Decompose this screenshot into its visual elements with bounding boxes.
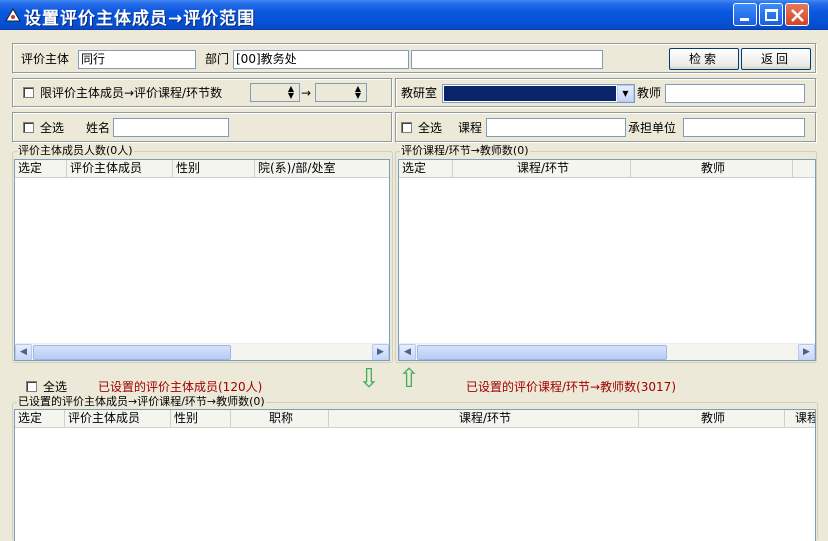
scroll-left-icon[interactable]: ◀ xyxy=(399,344,416,360)
member-list-hscroll[interactable]: ◀ ▶ xyxy=(15,343,389,360)
col-extra[interactable] xyxy=(793,160,815,178)
dept-input[interactable]: [00]教务处 xyxy=(233,50,409,69)
left-select-all-label: 全选 xyxy=(40,121,65,135)
course-input[interactable] xyxy=(486,118,626,137)
col-dept[interactable]: 院(系)/部/处室 xyxy=(255,160,389,178)
scroll-right-icon[interactable]: ▶ xyxy=(372,344,389,360)
scroll-left-icon[interactable]: ◀ xyxy=(15,344,32,360)
spin-arrows-icon[interactable]: ▲ ▼ xyxy=(351,85,365,100)
course-list-header: 选定 课程/环节 教师 xyxy=(399,160,815,178)
up-arrow-icon[interactable]: ⇧ xyxy=(398,364,420,394)
member-list-header: 选定 评价主体成员 性别 院(系)/部/处室 xyxy=(15,160,389,178)
minimize-button[interactable] xyxy=(733,3,757,26)
limit-to-spinner[interactable]: ▲ ▼ xyxy=(315,83,367,102)
limit-from-spinner[interactable]: ▲ ▼ xyxy=(250,83,300,102)
assigned-list[interactable]: 选定 评价主体成员 性别 职称 课程/环节 教师 课程 xyxy=(14,409,816,541)
member-list[interactable]: 选定 评价主体成员 性别 院(系)/部/处室 ◀ ▶ xyxy=(14,159,390,361)
name-input[interactable] xyxy=(113,118,229,137)
dept-extra-input[interactable] xyxy=(411,50,603,69)
title-bar[interactable]: 设置评价主体成员→评价范围 xyxy=(0,0,828,30)
window-title: 设置评价主体成员→评价范围 xyxy=(24,9,256,29)
teacher-label: 教师 xyxy=(637,86,662,100)
maximize-icon xyxy=(765,9,778,21)
back-button[interactable]: 返回 xyxy=(741,48,811,70)
col-course[interactable]: 课程/环节 xyxy=(329,410,639,428)
close-icon xyxy=(791,9,804,22)
col-select[interactable]: 选定 xyxy=(15,160,67,178)
col-select[interactable]: 选定 xyxy=(15,410,65,428)
search-button[interactable]: 检索 xyxy=(669,48,739,70)
unit-input[interactable] xyxy=(683,118,805,137)
chevron-down-icon[interactable]: ▼ xyxy=(617,85,634,102)
right-select-all-label: 全选 xyxy=(418,121,443,135)
subject-input[interactable]: 同行 xyxy=(78,50,196,69)
course-list[interactable]: 选定 课程/环节 教师 ◀ ▶ xyxy=(398,159,816,361)
col-member[interactable]: 评价主体成员 xyxy=(67,160,173,178)
col-course[interactable]: 课程/环节 xyxy=(453,160,631,178)
limit-checkbox[interactable] xyxy=(23,87,34,98)
unit-label: 承担单位 xyxy=(628,121,677,135)
range-arrow: → xyxy=(301,86,312,100)
course-label: 课程 xyxy=(458,121,483,135)
col-teacher[interactable]: 教师 xyxy=(631,160,793,178)
col-course-2[interactable]: 课程 xyxy=(785,410,815,428)
research-selected xyxy=(444,86,616,101)
spin-arrows-icon[interactable]: ▲ ▼ xyxy=(284,85,298,100)
col-gender[interactable]: 性别 xyxy=(173,160,255,178)
course-list-hscroll[interactable]: ◀ ▶ xyxy=(399,343,815,360)
bottom-select-all-checkbox[interactable] xyxy=(26,381,37,392)
subject-label: 评价主体 xyxy=(21,52,70,66)
col-title[interactable]: 职称 xyxy=(231,410,329,428)
dept-label: 部门 xyxy=(205,52,230,66)
right-list-legend: 评价课程/环节→教师数(0) xyxy=(400,144,530,157)
col-select[interactable]: 选定 xyxy=(399,160,453,178)
set-members-count: 已设置的评价主体成员(120人) xyxy=(98,380,263,394)
bottom-select-all-label: 全选 xyxy=(43,380,68,394)
research-select[interactable]: ▼ xyxy=(442,84,635,103)
col-member[interactable]: 评价主体成员 xyxy=(65,410,171,428)
scroll-thumb[interactable] xyxy=(417,345,667,360)
left-select-all-checkbox[interactable] xyxy=(23,122,34,133)
app-icon[interactable] xyxy=(5,8,21,22)
left-list-legend: 评价主体成员人数(0人) xyxy=(17,144,134,157)
research-label: 教研室 xyxy=(401,86,438,100)
teacher-input[interactable] xyxy=(665,84,805,103)
bottom-list-legend: 已设置的评价主体成员→评价课程/环节→教师数(0) xyxy=(17,395,266,408)
scroll-right-icon[interactable]: ▶ xyxy=(798,344,815,360)
col-gender[interactable]: 性别 xyxy=(171,410,231,428)
down-arrow-icon[interactable]: ⇩ xyxy=(358,364,380,394)
name-label: 姓名 xyxy=(86,121,111,135)
minimize-icon xyxy=(740,18,749,21)
close-button[interactable] xyxy=(785,3,809,26)
set-courses-count: 已设置的评价课程/环节→教师数(3017) xyxy=(466,380,677,394)
col-teacher[interactable]: 教师 xyxy=(639,410,785,428)
scroll-thumb[interactable] xyxy=(33,345,231,360)
limit-label: 限评价主体成员→评价课程/环节数 xyxy=(40,86,223,100)
right-select-all-checkbox[interactable] xyxy=(401,122,412,133)
assigned-list-header: 选定 评价主体成员 性别 职称 课程/环节 教师 课程 xyxy=(15,410,815,428)
maximize-button[interactable] xyxy=(759,3,783,26)
